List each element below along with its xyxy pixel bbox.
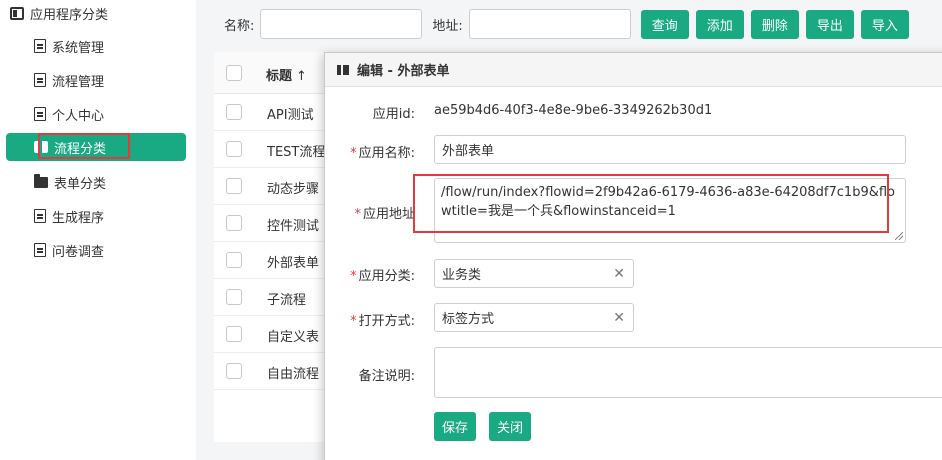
clear-icon[interactable]: ✕ bbox=[613, 310, 625, 326]
remarks-textarea[interactable] bbox=[434, 347, 942, 398]
app-category-value: 业务类 bbox=[442, 268, 482, 283]
sidebar-item-label: 流程分类 bbox=[54, 141, 107, 157]
sidebar-item-label: 流程管理 bbox=[52, 74, 105, 90]
required-mark: * bbox=[354, 207, 361, 222]
row-checkbox[interactable] bbox=[226, 215, 242, 231]
table-row[interactable]: API测试 bbox=[214, 94, 324, 131]
open-mode-select[interactable]: 标签方式 ✕ bbox=[434, 303, 634, 332]
dialog-header[interactable]: 编辑 - 外部表单 bbox=[325, 53, 942, 87]
row-checkbox[interactable] bbox=[226, 363, 242, 379]
app-address-label: * 应用地址 bbox=[354, 203, 415, 222]
sidebar: 应用程序分类 系统管理 流程管理 个人中心 流程分类 表单分类 生成程序 问卷调… bbox=[0, 0, 196, 460]
app-page: 应用程序分类 系统管理 流程管理 个人中心 流程分类 表单分类 生成程序 问卷调… bbox=[0, 0, 942, 460]
app-name-value: 外部表单 bbox=[442, 144, 495, 159]
title-header-label: 标题 bbox=[266, 69, 293, 84]
sidebar-item-questionnaire[interactable]: 问卷调查 bbox=[34, 236, 104, 264]
sidebar-item-personal-center[interactable]: 个人中心 bbox=[34, 100, 104, 128]
table-row[interactable]: 动态步骤 bbox=[214, 168, 324, 205]
name-input[interactable] bbox=[260, 9, 423, 39]
app-address-label-text: 应用地址 bbox=[362, 207, 415, 222]
dialog-title: 编辑 - 外部表单 bbox=[357, 64, 450, 79]
app-category-label-text: 应用分类: bbox=[358, 269, 415, 284]
import-button[interactable]: 导入 bbox=[860, 9, 909, 39]
table-header: 标题 ↑ bbox=[214, 52, 324, 94]
app-category-label: * 应用分类: bbox=[350, 265, 415, 284]
sidebar-item-label: 个人中心 bbox=[52, 108, 105, 124]
row-checkbox[interactable] bbox=[226, 289, 242, 305]
app-address-textarea[interactable]: /flow/run/index?flowid=2f9b42a6-6179-463… bbox=[434, 178, 906, 243]
row-title: 控件测试 bbox=[267, 219, 320, 234]
table-row[interactable]: 控件测试 bbox=[214, 205, 324, 242]
table-row[interactable]: TEST流程 bbox=[214, 131, 326, 168]
row-checkbox[interactable] bbox=[226, 178, 242, 194]
sidebar-item-flow-category[interactable]: 流程分类 bbox=[6, 133, 186, 161]
sidebar-item-form-category[interactable]: 表单分类 bbox=[34, 168, 106, 196]
open-folder-icon bbox=[34, 141, 48, 153]
row-checkbox[interactable] bbox=[226, 326, 242, 342]
address-label: 地址: bbox=[432, 18, 463, 34]
open-mode-label-text: 打开方式: bbox=[358, 314, 415, 329]
document-icon bbox=[34, 209, 46, 223]
sidebar-item-flow-management[interactable]: 流程管理 bbox=[34, 66, 104, 94]
sidebar-item-label: 问卷调查 bbox=[52, 244, 105, 260]
close-button[interactable]: 关闭 bbox=[489, 412, 532, 441]
remarks-label: 备注说明: bbox=[358, 369, 415, 384]
add-button[interactable]: 添加 bbox=[695, 9, 744, 39]
row-title: 外部表单 bbox=[267, 256, 320, 271]
row-checkbox[interactable] bbox=[226, 141, 242, 157]
table-row[interactable]: 自定义表 bbox=[214, 316, 324, 353]
app-name-input[interactable]: 外部表单 bbox=[434, 135, 906, 164]
row-title: 自定义表 bbox=[267, 330, 320, 345]
table-row[interactable]: 外部表单 bbox=[214, 242, 324, 279]
document-icon bbox=[34, 107, 46, 121]
sidebar-item-system-management[interactable]: 系统管理 bbox=[34, 32, 104, 60]
tree-root-label: 应用程序分类 bbox=[30, 7, 109, 23]
table-row[interactable]: 子流程 bbox=[214, 279, 324, 316]
open-mode-label: * 打开方式: bbox=[350, 310, 415, 329]
clear-icon[interactable]: ✕ bbox=[613, 266, 625, 282]
tree-root[interactable]: 应用程序分类 bbox=[10, 3, 108, 23]
row-checkbox[interactable] bbox=[226, 252, 242, 268]
edit-dialog: 编辑 - 外部表单 应用id: ae59b4d6-40f3-4e8e-9be6-… bbox=[324, 52, 942, 460]
query-button[interactable]: 查询 bbox=[640, 9, 689, 39]
app-address-value: /flow/run/index?flowid=2f9b42a6-6179-463… bbox=[441, 185, 895, 219]
app-id-value: ae59b4d6-40f3-4e8e-9be6-3349262b30d1 bbox=[434, 103, 713, 118]
row-title: 子流程 bbox=[267, 293, 307, 308]
row-checkbox[interactable] bbox=[226, 104, 242, 120]
app-category-select[interactable]: 业务类 ✕ bbox=[434, 259, 634, 288]
row-title: 自由流程 bbox=[267, 367, 320, 382]
app-category-icon bbox=[10, 6, 24, 20]
address-input[interactable] bbox=[468, 9, 631, 39]
row-title: API测试 bbox=[267, 108, 314, 123]
sidebar-item-label: 系统管理 bbox=[52, 40, 105, 56]
required-mark: * bbox=[350, 146, 357, 161]
document-icon bbox=[34, 243, 46, 257]
delete-button[interactable]: 删除 bbox=[750, 9, 799, 39]
sort-ascending-icon: ↑ bbox=[296, 69, 307, 84]
list-icon bbox=[337, 64, 349, 75]
title-column-header[interactable]: 标题 ↑ bbox=[266, 65, 307, 84]
resize-grip-icon[interactable] bbox=[895, 232, 903, 240]
row-title: TEST流程 bbox=[267, 145, 326, 160]
row-title: 动态步骤 bbox=[267, 182, 320, 197]
export-button[interactable]: 导出 bbox=[805, 9, 854, 39]
app-id-label: 应用id: bbox=[372, 107, 415, 122]
sidebar-item-label: 表单分类 bbox=[54, 176, 107, 192]
sidebar-item-generate-program[interactable]: 生成程序 bbox=[34, 202, 104, 230]
app-name-label: * 应用名称: bbox=[350, 142, 415, 161]
sidebar-item-label: 生成程序 bbox=[52, 210, 105, 226]
table-row[interactable]: 自由流程 bbox=[214, 353, 324, 390]
app-name-label-text: 应用名称: bbox=[358, 146, 415, 161]
search-toolbar: 名称: 地址: 查询 添加 删除 导出 导入 bbox=[214, 8, 909, 40]
document-icon bbox=[34, 39, 46, 53]
document-icon bbox=[34, 73, 46, 87]
required-mark: * bbox=[350, 314, 357, 329]
name-label: 名称: bbox=[224, 18, 255, 34]
save-button[interactable]: 保存 bbox=[434, 412, 477, 441]
required-mark: * bbox=[350, 269, 357, 284]
open-mode-value: 标签方式 bbox=[442, 312, 495, 327]
folder-icon bbox=[34, 173, 48, 188]
select-all-checkbox[interactable] bbox=[226, 65, 242, 81]
